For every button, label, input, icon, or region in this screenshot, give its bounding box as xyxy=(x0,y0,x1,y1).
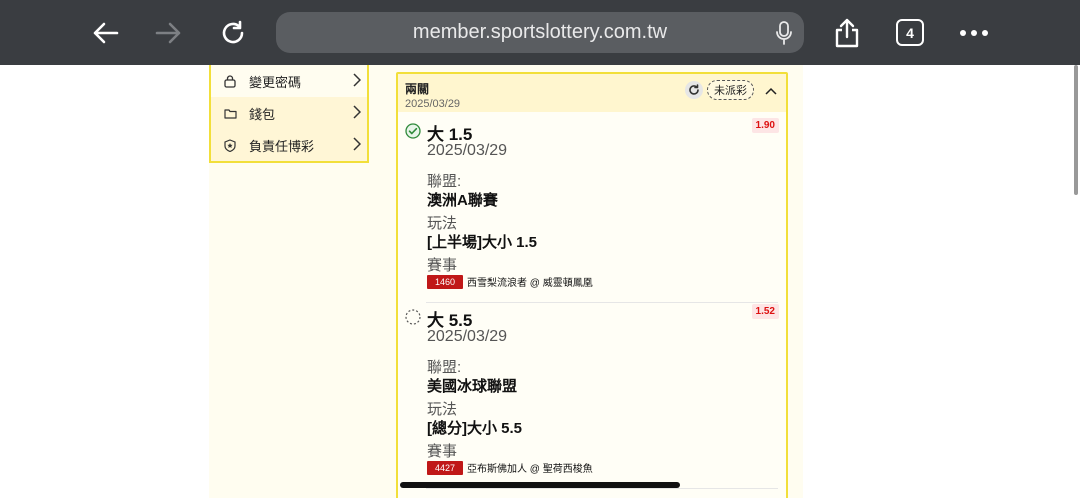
event-row: 1460 西雪梨流浪者 @ 威靈頓鳳凰 xyxy=(427,274,593,289)
forward-button[interactable] xyxy=(148,12,190,54)
market-label: 玩法 xyxy=(427,401,458,418)
more-button[interactable] xyxy=(953,12,995,54)
menu-item-wallet[interactable]: 錢包 xyxy=(211,97,367,129)
reload-button[interactable] xyxy=(212,12,254,54)
address-bar[interactable]: member.sportslottery.com.tw xyxy=(276,12,804,53)
microphone-icon[interactable] xyxy=(776,21,792,50)
status-badge: 未派彩 xyxy=(707,80,754,100)
chevron-right-icon xyxy=(353,105,362,122)
ticket-header[interactable]: 兩關 2025/03/29 未派彩 xyxy=(398,74,786,112)
menu-item-label: 負責任博彩 xyxy=(249,138,315,154)
share-icon xyxy=(835,18,859,48)
home-indicator[interactable] xyxy=(400,482,680,488)
league-value: 澳洲A聯賽 xyxy=(427,192,498,209)
browser-toolbar: member.sportslottery.com.tw 4 xyxy=(0,0,1080,65)
arrow-left-icon xyxy=(93,22,119,44)
reload-icon xyxy=(222,20,244,44)
event-teams: 西雪梨流浪者 @ 威靈頓鳳凰 xyxy=(467,278,593,289)
more-dots-icon xyxy=(960,30,988,36)
wallet-icon xyxy=(223,106,237,120)
check-circle-icon xyxy=(405,123,421,139)
menu-item-responsible-gaming[interactable]: 負責任博彩 xyxy=(211,129,367,161)
market-value: [總分]大小 5.5 xyxy=(427,420,523,437)
game-number-badge: 1460 xyxy=(427,274,463,289)
game-number-badge: 4427 xyxy=(427,460,463,475)
menu-item-change-password[interactable]: 變更密碼 xyxy=(211,65,367,97)
page: 變更密碼 錢包 負責任博彩 兩關 2025/03/29 未派彩 大 1.5 1.… xyxy=(0,65,1080,498)
bet-leg: 大 1.5 1.90 2025/03/29 聯盟: 澳洲A聯賽 玩法 [上半場]… xyxy=(405,112,779,298)
arrow-right-icon xyxy=(155,22,181,44)
share-button[interactable] xyxy=(826,12,868,54)
menu-item-label: 錢包 xyxy=(249,106,276,122)
pending-circle-icon xyxy=(405,309,421,325)
chevron-right-icon xyxy=(353,137,362,154)
event-teams: 亞布斯佛加人 @ 聖荷西梭魚 xyxy=(467,464,593,475)
shield-star-icon xyxy=(223,138,237,152)
odds-badge: 1.90 xyxy=(751,118,779,133)
odds-badge: 1.52 xyxy=(751,304,779,319)
url-text: member.sportslottery.com.tw xyxy=(412,21,668,43)
bet-ticket-card: 兩關 2025/03/29 未派彩 大 1.5 1.90 2025/03/29 … xyxy=(396,72,788,498)
bet-date: 2025/03/29 xyxy=(427,142,508,159)
menu-item-label: 變更密碼 xyxy=(249,74,302,90)
league-label: 聯盟: xyxy=(427,173,462,190)
tab-count-button[interactable]: 4 xyxy=(896,19,924,46)
bet-date: 2025/03/29 xyxy=(427,328,508,345)
account-menu: 變更密碼 錢包 負責任博彩 xyxy=(209,65,369,163)
market-label: 玩法 xyxy=(427,215,458,232)
event-label: 賽事 xyxy=(427,257,458,274)
lock-icon xyxy=(223,74,237,88)
divider xyxy=(426,488,778,489)
chevron-up-icon[interactable] xyxy=(765,82,777,100)
refresh-button[interactable] xyxy=(685,81,703,99)
bet-leg: 大 5.5 1.52 2025/03/29 聯盟: 美國冰球聯盟 玩法 [總分]… xyxy=(405,298,779,484)
event-label: 賽事 xyxy=(427,443,458,460)
league-value: 美國冰球聯盟 xyxy=(427,378,518,395)
page-scrollbar[interactable] xyxy=(1074,65,1078,195)
league-label: 聯盟: xyxy=(427,359,462,376)
refresh-icon xyxy=(689,84,699,95)
back-button[interactable] xyxy=(84,12,126,54)
event-row: 4427 亞布斯佛加人 @ 聖荷西梭魚 xyxy=(427,460,593,475)
market-value: [上半場]大小 1.5 xyxy=(427,234,538,251)
chevron-right-icon xyxy=(353,73,362,90)
